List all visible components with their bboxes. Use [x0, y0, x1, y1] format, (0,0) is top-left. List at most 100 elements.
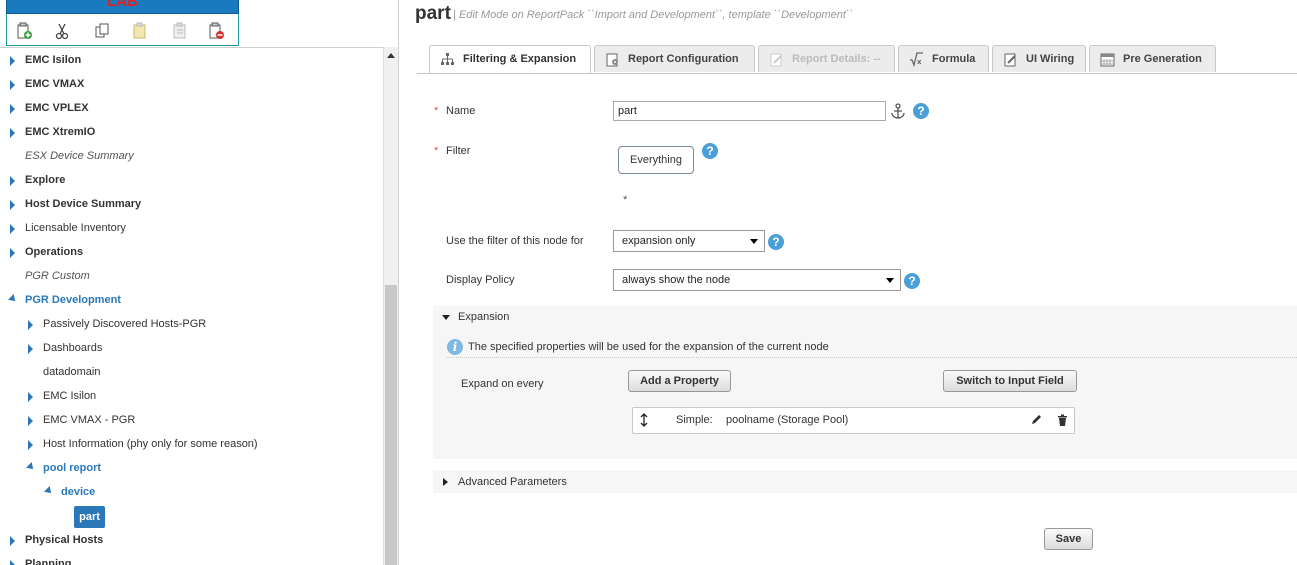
tab-label: Formula [932, 53, 976, 65]
tree-item[interactable]: datadomain [43, 362, 101, 382]
tree-item[interactable]: EMC Isilon [25, 50, 81, 70]
name-input[interactable] [613, 101, 886, 121]
filter-label: Filter [446, 145, 471, 157]
tab-report-details[interactable]: Report Details: -- [758, 45, 895, 72]
paste-child-icon[interactable] [171, 22, 189, 40]
tab-filtering-expansion[interactable]: Filtering & Expansion [429, 45, 591, 74]
required-mark: * [434, 145, 439, 157]
delete-node-icon[interactable] [207, 22, 225, 40]
tree-item[interactable]: ESX Device Summary [25, 146, 134, 166]
expand-arrow-icon[interactable] [28, 440, 33, 450]
tree-scrollbar[interactable] [383, 47, 398, 565]
expand-arrow-icon[interactable] [10, 104, 15, 114]
expand-arrow-icon[interactable] [28, 344, 33, 354]
logo: LAB [6, 0, 239, 14]
report-tree: EMC Isilon EMC VMAX EMC VPLEX EMC XtremI… [0, 47, 383, 565]
expansion-header[interactable]: Expansion [458, 311, 509, 323]
expand-arrow-icon[interactable] [10, 176, 15, 186]
tree-item[interactable]: device [61, 482, 95, 502]
tree-item-selected[interactable]: part [74, 506, 105, 528]
page-title: part [415, 3, 451, 24]
expand-on-label: Expand on every [461, 378, 544, 390]
expand-arrow-icon[interactable] [28, 416, 33, 426]
collapse-arrow-icon[interactable] [8, 294, 18, 304]
collapse-caret-icon[interactable] [442, 315, 450, 320]
expand-arrow-icon[interactable] [10, 560, 15, 565]
tree-item[interactable]: EMC VPLEX [25, 98, 89, 118]
add-node-icon[interactable] [15, 22, 33, 40]
expand-arrow-icon[interactable] [10, 80, 15, 90]
required-mark: * [434, 105, 439, 117]
tree-item[interactable]: EMC XtremIO [25, 122, 95, 142]
tree-item[interactable]: Physical Hosts [25, 530, 103, 550]
expand-arrow-icon[interactable] [28, 320, 33, 330]
expand-arrow-icon[interactable] [10, 56, 15, 66]
expansion-panel [433, 306, 1297, 459]
formula-icon: x [910, 52, 923, 67]
tree-item[interactable]: Licensable Inventory [25, 218, 126, 238]
help-icon[interactable]: ? [768, 234, 784, 250]
anchor-icon[interactable] [890, 103, 906, 119]
calendar-icon [1100, 53, 1115, 67]
copy-icon[interactable] [93, 22, 111, 40]
expand-arrow-icon[interactable] [10, 224, 15, 234]
expand-arrow-icon[interactable] [10, 536, 15, 546]
tab-pre-generation[interactable]: Pre Generation [1089, 45, 1216, 72]
display-policy-select[interactable]: always show the node [613, 269, 901, 291]
advanced-parameters-header[interactable]: Advanced Parameters [458, 476, 567, 488]
tab-label: Report Configuration [628, 53, 739, 65]
tab-ui-wiring[interactable]: UI Wiring [992, 45, 1086, 72]
tree-item[interactable]: Host Device Summary [25, 194, 141, 214]
page-subtitle: | Edit Mode on ReportPack ``Import and D… [453, 9, 854, 21]
tree-item[interactable]: Explore [25, 170, 65, 190]
info-icon: i [447, 339, 463, 355]
scroll-up-icon[interactable] [387, 53, 395, 58]
left-panel: LAB EMC Isilon EMC VMAX EMC VPLEX EMC Xt… [0, 0, 399, 565]
tab-report-configuration[interactable]: Report Configuration [594, 45, 755, 72]
property-type: Simple: [676, 414, 713, 426]
edit-report-icon [770, 53, 782, 67]
tree-item[interactable]: Host Information (phy only for some reas… [43, 434, 258, 454]
drag-handle-icon[interactable] [640, 413, 648, 427]
trash-icon[interactable] [1057, 414, 1068, 426]
help-icon[interactable]: ? [904, 273, 920, 289]
switch-input-field-button[interactable]: Switch to Input Field [943, 370, 1077, 392]
use-filter-select[interactable]: expansion only [613, 230, 765, 252]
collapse-arrow-icon[interactable] [26, 462, 36, 472]
expansion-info-text: The specified properties will be used fo… [468, 341, 829, 353]
collapse-arrow-icon[interactable] [44, 486, 54, 496]
expand-caret-icon[interactable] [443, 478, 448, 486]
svg-text:x: x [917, 58, 922, 66]
help-icon[interactable]: ? [702, 143, 718, 159]
tab-label: Report Details: -- [792, 53, 881, 65]
filter-everything-button[interactable]: Everything [618, 146, 694, 174]
use-filter-label: Use the filter of this node for [446, 235, 584, 247]
tree-item[interactable]: Operations [25, 242, 83, 262]
select-value: expansion only [622, 235, 696, 247]
help-icon[interactable]: ? [913, 103, 929, 119]
logo-text: LAB [107, 0, 138, 10]
tree-item[interactable]: EMC VMAX - PGR [43, 410, 135, 430]
paste-icon[interactable] [131, 22, 149, 40]
scrollbar-thumb[interactable] [385, 285, 397, 565]
tree-item[interactable]: EMC VMAX [25, 74, 84, 94]
tab-formula[interactable]: x Formula [898, 45, 989, 72]
tree-item[interactable]: Dashboards [43, 338, 102, 358]
save-button[interactable]: Save [1044, 528, 1093, 550]
property-value: poolname (Storage Pool) [726, 414, 849, 426]
expand-arrow-icon[interactable] [10, 128, 15, 138]
tree-item[interactable]: PGR Custom [25, 266, 90, 286]
tree-item[interactable]: pool report [43, 458, 101, 478]
expand-arrow-icon[interactable] [10, 248, 15, 258]
cut-icon[interactable] [53, 22, 71, 40]
tree-item[interactable]: PGR Development [25, 290, 121, 310]
expand-arrow-icon[interactable] [10, 200, 15, 210]
tree-item[interactable]: Planning [25, 554, 71, 565]
tree-item[interactable]: EMC Isilon [43, 386, 96, 406]
display-policy-label: Display Policy [446, 274, 515, 286]
tree-item[interactable]: Passively Discovered Hosts-PGR [43, 314, 206, 334]
ui-wiring-icon [1004, 53, 1016, 67]
expand-arrow-icon[interactable] [28, 392, 33, 402]
add-property-button[interactable]: Add a Property [628, 370, 731, 392]
edit-pencil-icon[interactable] [1030, 414, 1042, 426]
